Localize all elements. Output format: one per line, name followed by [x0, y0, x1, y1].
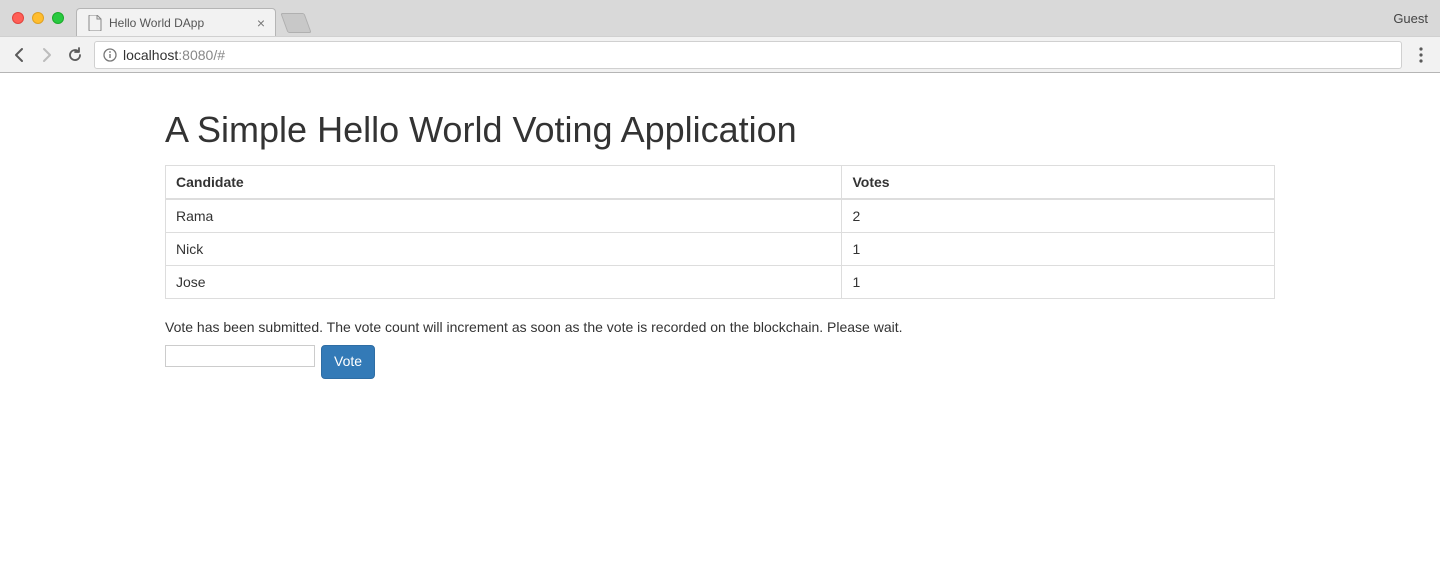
forward-button[interactable] [38, 46, 56, 64]
url-path: /# [213, 47, 225, 63]
votes-table: Candidate Votes Rama 2 Nick 1 Jose 1 [165, 165, 1275, 299]
cell-votes: 1 [842, 233, 1275, 266]
window-close-button[interactable] [12, 12, 24, 24]
table-row: Jose 1 [166, 266, 1275, 299]
url-port: :8080 [178, 47, 213, 63]
back-button[interactable] [10, 46, 28, 64]
cell-candidate: Jose [166, 266, 842, 299]
url-text: localhost:8080/# [123, 47, 225, 63]
table-row: Nick 1 [166, 233, 1275, 266]
reload-button[interactable] [66, 46, 84, 64]
address-bar[interactable]: localhost:8080/# [94, 41, 1402, 69]
table-header-row: Candidate Votes [166, 166, 1275, 200]
page-content: A Simple Hello World Voting Application … [0, 73, 1440, 399]
candidate-input[interactable] [165, 345, 315, 367]
tab-close-button[interactable]: × [257, 16, 265, 30]
window-minimize-button[interactable] [32, 12, 44, 24]
new-tab-button[interactable] [280, 13, 311, 33]
cell-votes: 2 [842, 199, 1275, 233]
site-info-icon[interactable] [103, 48, 117, 62]
column-header-votes: Votes [842, 166, 1275, 200]
column-header-candidate: Candidate [166, 166, 842, 200]
profile-label[interactable]: Guest [1393, 11, 1428, 26]
file-icon [87, 15, 103, 31]
cell-candidate: Nick [166, 233, 842, 266]
browser-tab[interactable]: Hello World DApp × [76, 8, 276, 36]
tab-title: Hello World DApp [109, 16, 251, 30]
window-controls [12, 12, 64, 24]
menu-button[interactable] [1412, 47, 1430, 63]
tab-bar: Hello World DApp × Guest [0, 0, 1440, 36]
status-message: Vote has been submitted. The vote count … [165, 319, 1275, 335]
page-title: A Simple Hello World Voting Application [165, 109, 1275, 151]
table-row: Rama 2 [166, 199, 1275, 233]
window-maximize-button[interactable] [52, 12, 64, 24]
browser-toolbar: localhost:8080/# [0, 36, 1440, 72]
vote-form: Vote [165, 345, 1275, 379]
cell-candidate: Rama [166, 199, 842, 233]
browser-chrome: Hello World DApp × Guest localhost:8080/… [0, 0, 1440, 73]
vote-button[interactable]: Vote [321, 345, 375, 379]
url-host: localhost [123, 47, 178, 63]
content-container: A Simple Hello World Voting Application … [150, 109, 1290, 379]
cell-votes: 1 [842, 266, 1275, 299]
